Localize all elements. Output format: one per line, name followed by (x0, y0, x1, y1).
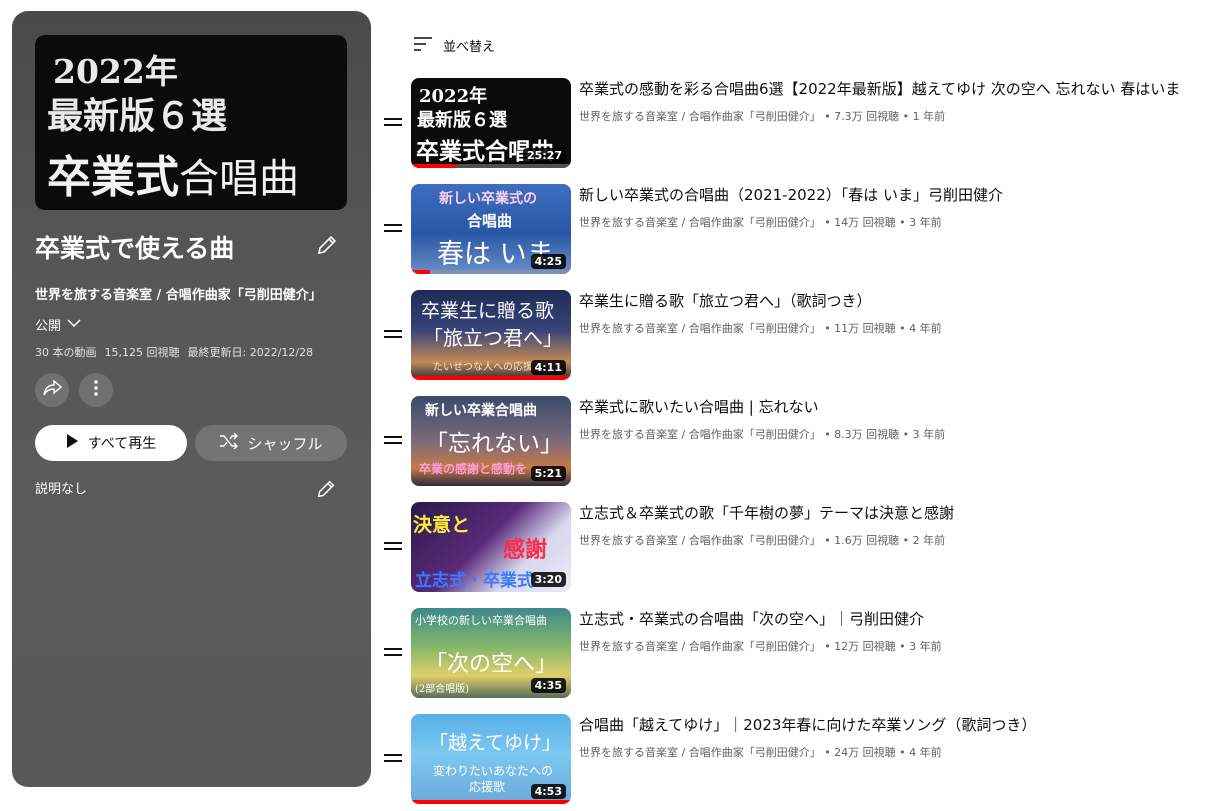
sort-label: 並べ替え (443, 40, 496, 55)
shuffle-icon (219, 432, 239, 453)
thumbnail-text: 小学校の新しい卒業合唱曲 (415, 614, 547, 627)
shuffle-button[interactable]: シャッフル (195, 425, 347, 461)
video-count: 30 本の動画 (35, 346, 97, 359)
video-duration: 4:11 (530, 360, 566, 375)
view-count: 15,125 回視聴 (104, 346, 180, 359)
thumbnail-text: 卒業の感謝と感動を (419, 462, 528, 476)
video-title[interactable]: 立志式＆卒業式の歌「千年樹の夢」テーマは決意と感謝 (579, 502, 1219, 523)
video-thumbnail[interactable]: 決意と 感謝 立志式・卒業式 3:20 (411, 502, 571, 592)
thumbnail-text: 応援歌 (469, 780, 506, 794)
playlist-video-item[interactable]: 2022年 最新版６選 卒業式合唱曲 25:27 卒業式の感動を彩る合唱曲6選【… (380, 78, 1225, 174)
drag-handle-icon[interactable] (384, 648, 402, 658)
playlist-thumbnail[interactable]: 2022年 最新版６選 卒業式合唱曲 (35, 35, 347, 210)
video-thumbnail[interactable]: 卒業生に贈る歌 「旅立つ君へ」 たいせつな人への応援歌 4:11 (411, 290, 571, 380)
playlist-video-item[interactable]: 決意と 感謝 立志式・卒業式 3:20 立志式＆卒業式の歌「千年樹の夢」テーマは… (380, 502, 1225, 598)
thumbnail-text: 新しい卒業合唱曲 (425, 403, 537, 419)
playlist-video-item[interactable]: 卒業生に贈る歌 「旅立つ君へ」 たいせつな人への応援歌 4:11 卒業生に贈る歌… (380, 290, 1225, 386)
video-meta: 世界を旅する音楽室 / 合唱作曲家「弓削田健介」 • 8.3万 回視聴 • 3 … (579, 428, 946, 441)
video-thumbnail[interactable]: 新しい卒業合唱曲 「忘れない」 卒業の感謝と感動を 5:21 (411, 396, 571, 486)
playlist-video-item[interactable]: 新しい卒業式の 合唱曲 春は いま 4:25 新しい卒業式の合唱曲（2021-2… (380, 184, 1225, 280)
video-duration: 3:20 (530, 572, 566, 587)
video-title[interactable]: 合唱曲「越えてゆけ」｜2023年春に向けた卒業ソング（歌詞つき） (579, 714, 1219, 735)
edit-title-pencil-icon[interactable] (315, 233, 339, 257)
video-meta: 世界を旅する音楽室 / 合唱作曲家「弓削田健介」 • 11万 回視聴 • 4 年… (579, 322, 942, 335)
playlist-title: 卒業式で使える曲 (35, 234, 235, 263)
video-thumbnail[interactable]: 小学校の新しい卒業合唱曲 「次の空へ」 (2部合唱版) 4:35 (411, 608, 571, 698)
video-meta: 世界を旅する音楽室 / 合唱作曲家「弓削田健介」 • 1.6万 回視聴 • 2 … (579, 534, 946, 547)
hero-text-chorus: 合唱曲 (179, 156, 299, 202)
drag-handle-icon[interactable] (384, 436, 402, 446)
video-thumbnail[interactable]: 2022年 最新版６選 卒業式合唱曲 25:27 (411, 78, 571, 168)
video-duration: 5:21 (530, 466, 566, 481)
shuffle-label: シャッフル (247, 434, 323, 453)
more-vert-icon (93, 379, 99, 401)
video-title[interactable]: 卒業生に贈る歌「旅立つ君へ」（歌詞つき） (579, 290, 1219, 311)
thumbnail-text: 合唱曲 (467, 212, 513, 230)
video-title[interactable]: 新しい卒業式の合唱曲（2021-2022）「春は いま」弓削田健介 (579, 184, 1219, 205)
video-duration: 4:53 (530, 784, 566, 799)
video-meta: 世界を旅する音楽室 / 合唱作曲家「弓削田健介」 • 24万 回視聴 • 4 年… (579, 746, 942, 759)
drag-handle-icon[interactable] (384, 118, 402, 128)
hero-text-selection: 最新版６選 (47, 95, 228, 137)
sort-button[interactable]: 並べ替え (413, 36, 495, 55)
hero-text-ceremony: 卒業式 (47, 152, 179, 203)
playlist-owner-link[interactable]: 世界を旅する音楽室 / 合唱作曲家「弓削田健介」 (35, 284, 322, 303)
video-thumbnail[interactable]: 新しい卒業式の 合唱曲 春は いま 4:25 (411, 184, 571, 274)
video-meta: 世界を旅する音楽室 / 合唱作曲家「弓削田健介」 • 14万 回視聴 • 3 年… (579, 216, 942, 229)
share-button[interactable] (35, 373, 69, 407)
thumbnail-text: 「忘れない」 (425, 431, 563, 457)
watch-progress-bar (411, 270, 431, 274)
thumbnail-text: 「旅立つ君へ」 (423, 326, 563, 350)
watch-progress-bar (411, 376, 571, 380)
drag-handle-icon[interactable] (384, 754, 402, 764)
watch-progress-track (411, 270, 571, 274)
playlist-description: 説明なし (35, 482, 88, 497)
privacy-label: 公開 (35, 319, 62, 334)
last-updated: 最終更新日: 2022/12/28 (187, 346, 314, 359)
thumbnail-text: 「越えてゆけ」 (429, 732, 562, 754)
drag-handle-icon[interactable] (384, 330, 402, 340)
playlist-header-panel: 2022年 最新版６選 卒業式合唱曲 卒業式で使える曲 世界を旅する音楽室 / … (12, 11, 371, 787)
thumbnail-text: 決意と (413, 514, 471, 536)
playlist-video-item[interactable]: 「越えてゆけ」 変わりたいあなたへの 応援歌 4:53 合唱曲「越えてゆけ」｜2… (380, 714, 1225, 810)
hero-text-main: 卒業式合唱曲 (47, 141, 299, 205)
drag-handle-icon[interactable] (384, 542, 402, 552)
thumbnail-text: 「次の空へ」 (425, 652, 558, 677)
watch-progress-bar (411, 800, 571, 804)
thumbnail-text: たいせつな人への応援歌 (433, 362, 543, 373)
thumbnail-text: 新しい卒業式の (439, 191, 537, 207)
thumbnail-text: 卒業生に贈る歌 (421, 300, 555, 322)
thumbnail-text: 最新版６選 (417, 110, 507, 131)
chevron-down-icon (67, 317, 81, 332)
video-meta: 世界を旅する音楽室 / 合唱作曲家「弓削田健介」 • 12万 回視聴 • 3 年… (579, 640, 942, 653)
watch-progress-bar (411, 164, 456, 168)
playlist-stats: 30 本の動画 15,125 回視聴 最終更新日: 2022/12/28 (35, 344, 313, 360)
video-duration: 4:35 (530, 678, 566, 693)
thumbnail-text: (2部合唱版) (415, 684, 470, 695)
video-title[interactable]: 立志式・卒業式の合唱曲「次の空へ」｜弓削田健介 (579, 608, 1219, 629)
thumbnail-text: 立志式・卒業式 (415, 571, 534, 591)
video-duration: 4:25 (530, 254, 566, 269)
edit-description-pencil-icon[interactable] (315, 478, 337, 500)
privacy-dropdown[interactable]: 公開 (35, 315, 81, 334)
thumbnail-text: 2022年 (419, 86, 488, 107)
video-title[interactable]: 卒業式の感動を彩る合唱曲6選【2022年最新版】越えてゆけ 次の空へ 忘れない … (579, 78, 1219, 99)
thumbnail-text: 変わりたいあなたへの (433, 764, 554, 778)
play-icon (66, 434, 78, 452)
hero-text-year: 2022年 (53, 52, 178, 91)
sort-icon (413, 36, 433, 55)
share-icon (42, 379, 63, 401)
drag-handle-icon[interactable] (384, 224, 402, 234)
thumbnail-text: 感謝 (503, 538, 548, 563)
play-all-button[interactable]: すべて再生 (35, 425, 187, 461)
video-duration: 25:27 (522, 148, 566, 163)
video-title[interactable]: 卒業式に歌いたい合唱曲 | 忘れない (579, 396, 1219, 417)
play-all-label: すべて再生 (87, 436, 157, 452)
video-thumbnail[interactable]: 「越えてゆけ」 変わりたいあなたへの 応援歌 4:53 (411, 714, 571, 804)
playlist-video-item[interactable]: 新しい卒業合唱曲 「忘れない」 卒業の感謝と感動を 5:21 卒業式に歌いたい合… (380, 396, 1225, 492)
more-actions-button[interactable] (79, 373, 113, 407)
video-meta: 世界を旅する音楽室 / 合唱作曲家「弓削田健介」 • 7.3万 回視聴 • 1 … (579, 110, 946, 123)
playlist-video-item[interactable]: 小学校の新しい卒業合唱曲 「次の空へ」 (2部合唱版) 4:35 立志式・卒業式… (380, 608, 1225, 704)
